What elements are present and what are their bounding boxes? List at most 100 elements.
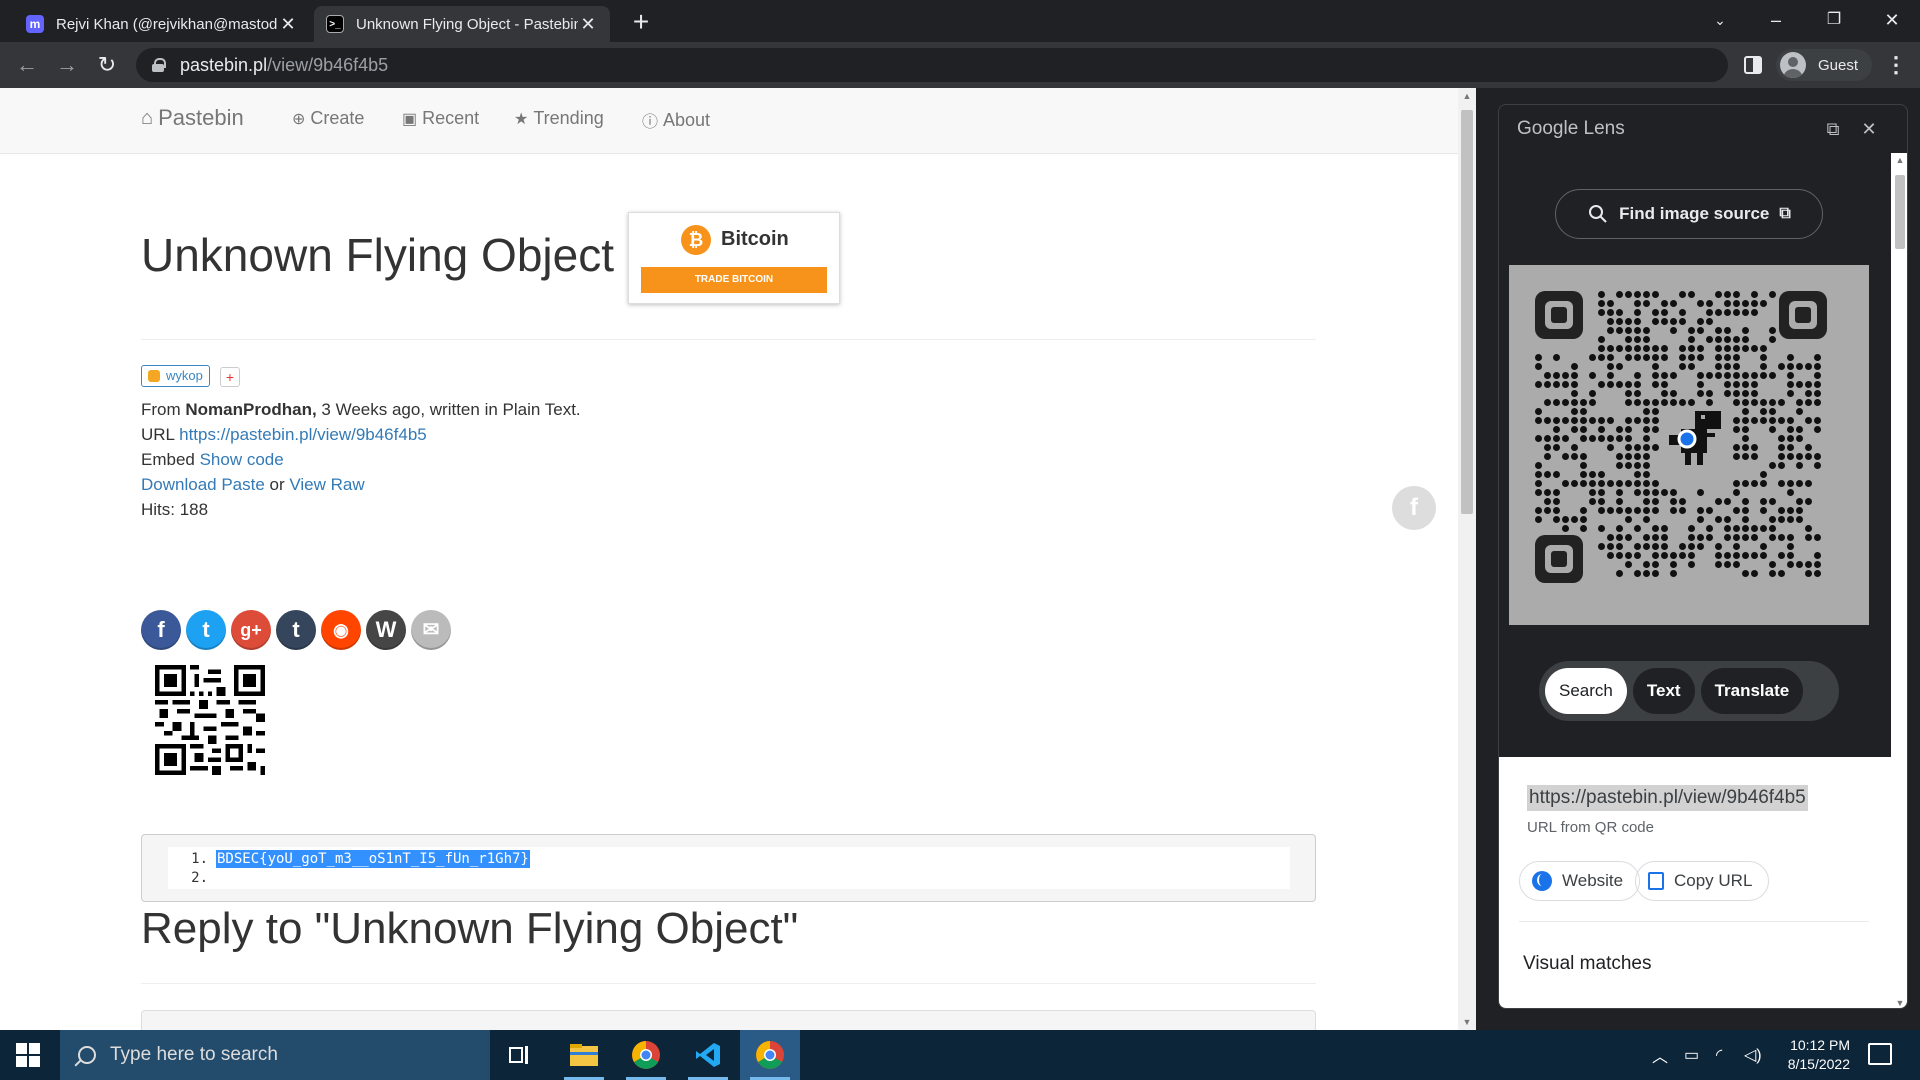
- qr-dot: [1769, 462, 1776, 469]
- from-label: From: [141, 400, 186, 419]
- chip-translate[interactable]: Translate: [1700, 668, 1804, 714]
- qr-dot: [1796, 561, 1803, 568]
- notifications-icon[interactable]: [1868, 1043, 1892, 1065]
- scroll-down-arrow[interactable]: ▼: [1458, 1014, 1476, 1030]
- email-icon[interactable]: ✉: [411, 610, 451, 650]
- qr-dot: [1706, 372, 1713, 379]
- qr-dot: [1625, 336, 1632, 343]
- qr-dot: [1805, 417, 1812, 424]
- browser-menu-icon[interactable]: ⋮: [1884, 50, 1908, 80]
- file-explorer-icon[interactable]: [554, 1030, 614, 1080]
- website-button[interactable]: Website: [1519, 861, 1641, 901]
- lock-icon[interactable]: [152, 58, 166, 72]
- nav-item-recent[interactable]: ▣ Recent: [402, 108, 479, 129]
- nav-item-label: Recent: [422, 108, 480, 128]
- scroll-up-arrow[interactable]: ▲: [1891, 155, 1907, 165]
- close-tab-icon[interactable]: ✕: [578, 14, 598, 35]
- scroll-up-arrow[interactable]: ▲: [1458, 88, 1476, 104]
- scroll-down-arrow[interactable]: ▼: [1891, 998, 1907, 1008]
- qr-dot: [1778, 417, 1785, 424]
- qr-dot: [1607, 480, 1614, 487]
- facebook-icon[interactable]: f: [141, 610, 181, 650]
- wifi-icon[interactable]: ◜: [1716, 1030, 1722, 1080]
- chip-text[interactable]: Text: [1632, 668, 1695, 714]
- wykop-share-button[interactable]: wykop: [141, 365, 210, 387]
- wordpress-icon[interactable]: W: [366, 610, 406, 650]
- qr-dot: [1616, 462, 1623, 469]
- tab-mastodon[interactable]: m Rejvi Khan (@rejvikhan@mastod ✕: [14, 6, 310, 42]
- nav-item-label: About: [663, 109, 711, 130]
- new-tab-button[interactable]: +: [626, 8, 656, 38]
- show-code-link[interactable]: Show code: [200, 450, 284, 469]
- qr-dot: [1715, 543, 1722, 550]
- chrome-icon[interactable]: [616, 1030, 676, 1080]
- facebook-float-icon[interactable]: f: [1392, 486, 1436, 530]
- bitcoin-ad[interactable]: ₿ Bitcoin TRADE BITCOIN: [628, 212, 840, 304]
- lens-selected-image[interactable]: [1509, 265, 1869, 625]
- reddit-icon[interactable]: ◉: [321, 610, 361, 650]
- qr-dot: [1724, 516, 1731, 523]
- open-new-tab-icon[interactable]: ⧉: [1821, 117, 1845, 141]
- qr-dot: [1634, 291, 1641, 298]
- close-tab-icon[interactable]: ✕: [278, 14, 298, 35]
- url-path: /view/9b46f4b5: [267, 54, 389, 75]
- view-raw-link[interactable]: View Raw: [289, 475, 364, 494]
- download-paste-link[interactable]: Download Paste: [141, 475, 265, 494]
- scrollbar-thumb[interactable]: [1895, 175, 1905, 249]
- address-bar[interactable]: pastebin.pl/view/9b46f4b5: [136, 48, 1728, 82]
- nav-item-create[interactable]: ⊕ Create: [292, 108, 364, 129]
- google-plus-icon[interactable]: g+: [231, 610, 271, 650]
- chrome-active-icon[interactable]: [740, 1030, 800, 1080]
- qr-dot: [1643, 561, 1650, 568]
- window-close-button[interactable]: ✕: [1864, 0, 1920, 42]
- copy-url-button[interactable]: Copy URL: [1635, 861, 1770, 901]
- qr-dot: [1670, 399, 1677, 406]
- qr-dot: [1652, 309, 1659, 316]
- qr-dot: [1634, 570, 1641, 577]
- qr-dot: [1643, 507, 1650, 514]
- share-plus-button[interactable]: +: [220, 367, 240, 387]
- lens-results: https://pastebin.pl/view/9b46f4b5 URL fr…: [1499, 757, 1891, 1008]
- qr-dot: [1616, 543, 1623, 550]
- qr-url-text[interactable]: https://pastebin.pl/view/9b46f4b5: [1527, 785, 1808, 811]
- twitter-icon[interactable]: t: [186, 610, 226, 650]
- qr-dot: [1562, 525, 1569, 532]
- tab-search-icon[interactable]: ⌄: [1692, 0, 1748, 42]
- chip-search[interactable]: Search: [1545, 668, 1627, 714]
- lens-scrollbar[interactable]: ▲ ▼: [1891, 153, 1907, 1008]
- side-panel-icon[interactable]: [1740, 52, 1766, 78]
- qr-dot: [1634, 543, 1641, 550]
- tumblr-icon[interactable]: t: [276, 610, 316, 650]
- vscode-icon[interactable]: [678, 1030, 738, 1080]
- close-panel-icon[interactable]: ✕: [1857, 117, 1881, 141]
- qr-dot: [1625, 516, 1632, 523]
- tray-chevron-icon[interactable]: ︿: [1652, 1030, 1668, 1080]
- nav-item-about[interactable]: ⓘ About: [642, 108, 710, 132]
- minimize-button[interactable]: –: [1748, 0, 1804, 42]
- trade-bitcoin-button[interactable]: TRADE BITCOIN: [641, 267, 827, 293]
- forward-button[interactable]: →: [52, 50, 82, 80]
- search-icon: [78, 1046, 96, 1064]
- reply-form[interactable]: [141, 1010, 1316, 1030]
- tab-pastebin[interactable]: >_ Unknown Flying Object - Pastebin ✕: [314, 6, 610, 42]
- paste-url-link[interactable]: https://pastebin.pl/view/9b46f4b5: [179, 425, 427, 444]
- windows-start-icon[interactable]: [16, 1043, 40, 1067]
- nav-item-trending[interactable]: ★ Trending: [514, 108, 604, 129]
- profile-button[interactable]: Guest: [1776, 49, 1873, 81]
- page-scrollbar[interactable]: ▲ ▼: [1458, 88, 1476, 1030]
- taskbar-clock[interactable]: 10:12 PM 8/15/2022: [1764, 1036, 1850, 1074]
- qr-dot: [1652, 417, 1659, 424]
- taskbar-search-box[interactable]: Type here to search: [60, 1030, 490, 1080]
- qr-dot: [1742, 390, 1749, 397]
- nav-brand[interactable]: ⌂ Pastebin: [141, 105, 244, 131]
- find-image-source-button[interactable]: Find image source ⧉: [1555, 189, 1823, 239]
- task-view-icon[interactable]: [490, 1030, 550, 1080]
- copy-url-label: Copy URL: [1674, 871, 1753, 890]
- battery-icon[interactable]: ▭: [1684, 1030, 1699, 1080]
- scrollbar-thumb[interactable]: [1461, 110, 1473, 514]
- code-text-selected[interactable]: BDSEC{yoU_goT_m3__oS1nT_I5_fUn_r1Gh7}: [216, 850, 530, 868]
- back-button[interactable]: ←: [12, 50, 42, 80]
- volume-icon[interactable]: ◁): [1744, 1030, 1762, 1080]
- restore-button[interactable]: ❐: [1806, 0, 1862, 42]
- reload-button[interactable]: ↻: [92, 50, 122, 80]
